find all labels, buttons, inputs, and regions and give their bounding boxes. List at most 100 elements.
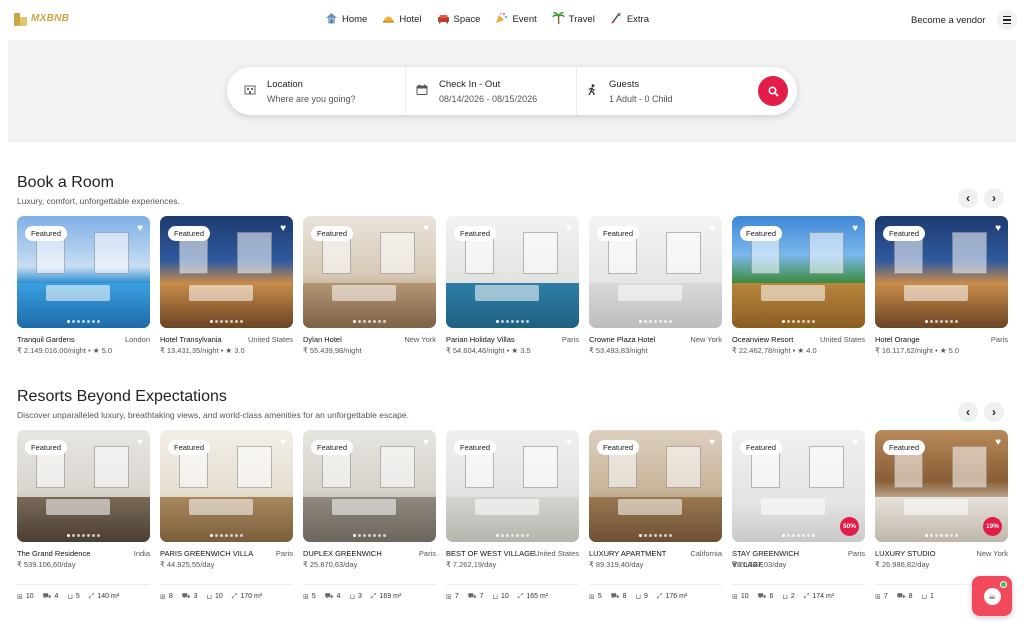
heart-icon[interactable]: ♥ — [137, 437, 143, 448]
heart-icon[interactable]: ♥ — [280, 223, 286, 234]
property-photo[interactable]: Featured ♥ — [875, 216, 1008, 328]
heart-icon[interactable]: ♥ — [852, 437, 858, 448]
property-photo[interactable]: Featured ♥ 50% — [732, 430, 865, 542]
amenity-item: ⤢ 165 m² — [518, 592, 548, 601]
image-pager-dots[interactable] — [160, 320, 293, 323]
property-photo[interactable]: Featured ♥ — [446, 430, 579, 542]
heart-icon[interactable]: ♥ — [995, 223, 1001, 234]
menu-item-travel[interactable]: Travel — [552, 12, 595, 27]
prev-arrow-button[interactable]: ‹ — [958, 188, 978, 208]
guests-field[interactable]: Guests 1 Adult - 0 Child — [585, 67, 745, 115]
amenities-row: ⊞ 5 ⛟ 4 ⊔ 3 ⤢ 169 m² — [303, 584, 436, 601]
bed-icon: ⊞ — [732, 593, 738, 601]
heart-icon[interactable]: ♥ — [852, 223, 858, 234]
date-range-field[interactable]: Check In - Out 08/14/2026 - 08/15/2026 — [415, 67, 575, 115]
property-card[interactable]: Featured ♥ PARIS GREENWICH VILLA Paris ₹ 44.… — [160, 430, 293, 601]
menu-item-hotel[interactable]: Hotel — [382, 12, 422, 27]
image-pager-dots[interactable] — [17, 534, 150, 537]
chevron-left-icon: ‹ — [966, 405, 970, 419]
property-card[interactable]: Featured ♥ LUXURY APARTMENT California ₹ 89.… — [589, 430, 722, 601]
price-value: ₹ 44.925,55/day — [160, 560, 215, 569]
property-card[interactable]: Featured ♥ Oceanview Resort United States ₹ … — [732, 216, 865, 355]
photo-window — [464, 450, 494, 489]
property-price: ₹ 2.149.016,00/night • ★ 5.0 — [17, 346, 112, 355]
property-card[interactable]: Featured ♥ Crowne Plaza Hotel New York ₹ 53.… — [589, 216, 722, 355]
heart-icon[interactable]: ♥ — [566, 223, 572, 234]
property-card[interactable]: Featured ♥ DUPLEX GREENWICH Paris ₹ 25.870,6… — [303, 430, 436, 601]
menu-item-space[interactable]: Space — [437, 12, 480, 27]
amenities-row: ⊞ 5 ⛟ 8 ⊔ 9 ⤢ 176 m² — [589, 584, 722, 601]
property-photo[interactable]: Featured ♥ 19% — [875, 430, 1008, 542]
property-photo[interactable]: Featured ♥ — [303, 216, 436, 328]
brand-logo[interactable]: MXBNB — [14, 11, 69, 26]
image-pager-dots[interactable] — [160, 534, 293, 537]
property-photo[interactable]: Featured ♥ — [446, 216, 579, 328]
heart-icon[interactable]: ♥ — [995, 437, 1001, 448]
next-arrow-button[interactable]: › — [984, 188, 1004, 208]
photo-furniture — [618, 499, 683, 516]
location-field[interactable]: Location Where are you going? — [243, 67, 403, 115]
divider — [576, 67, 577, 115]
property-card[interactable]: Featured ♥ Tranquil Gardens London ₹ 2.149.0… — [17, 216, 150, 355]
property-card[interactable]: Featured ♥ 50% STAY GREENWICH VILLAGE Paris ₹… — [732, 430, 865, 601]
heart-icon[interactable]: ♥ — [280, 437, 286, 448]
hamburger-menu-button[interactable] — [997, 10, 1017, 30]
property-photo[interactable]: Featured ♥ — [160, 430, 293, 542]
image-pager-dots[interactable] — [589, 534, 722, 537]
image-pager-dots[interactable] — [17, 320, 150, 323]
property-card[interactable]: Featured ♥ Parian Holiday Villas Paris ₹ 54.… — [446, 216, 579, 355]
property-card[interactable]: Featured ♥ 19% LUXURY STUDIO New York ₹ 26.98… — [875, 430, 1008, 601]
image-pager-dots[interactable] — [732, 320, 865, 323]
calendar-icon — [415, 84, 429, 98]
next-arrow-button[interactable]: › — [984, 402, 1004, 422]
property-card[interactable]: Featured ♥ BEST OF WEST VILLAGE United Stat… — [446, 430, 579, 601]
prev-arrow-button[interactable]: ‹ — [958, 402, 978, 422]
building-icon — [243, 84, 257, 98]
property-photo[interactable]: Featured ♥ — [589, 216, 722, 328]
area-icon: ⤢ — [231, 592, 238, 600]
heart-icon[interactable]: ♥ — [566, 437, 572, 448]
property-photo[interactable]: Featured ♥ — [303, 430, 436, 542]
menu-label: Travel — [568, 14, 595, 25]
property-photo[interactable]: Featured ♥ — [732, 216, 865, 328]
heart-icon[interactable]: ♥ — [423, 223, 429, 234]
menu-item-event[interactable]: Event — [495, 12, 537, 27]
property-photo[interactable]: Featured ♥ — [589, 430, 722, 542]
menu-item-extra[interactable]: Extra — [610, 12, 649, 27]
property-card[interactable]: Featured ♥ Hotel Orange Paris ₹ 16.117,62/ni… — [875, 216, 1008, 355]
search-button[interactable] — [758, 76, 788, 106]
become-vendor-link[interactable]: Become a vendor — [911, 15, 985, 26]
photo-furniture — [761, 499, 826, 516]
property-price: ₹ 55.439,98/night — [303, 346, 362, 355]
property-photo[interactable]: Featured ♥ — [17, 216, 150, 328]
price-value: ₹ 539.106,60/day — [17, 560, 76, 569]
chat-support-button[interactable]: ☕ — [972, 576, 1012, 616]
menu-item-home[interactable]: Home — [325, 12, 367, 27]
property-photo[interactable]: Featured ♥ — [160, 216, 293, 328]
image-pager-dots[interactable] — [446, 534, 579, 537]
heart-icon[interactable]: ♥ — [709, 223, 715, 234]
hotel-bell-icon — [382, 12, 395, 27]
amenity-item: ⤢ 140 m² — [89, 592, 119, 601]
amenity-value: 6 — [769, 593, 774, 600]
search-icon — [767, 85, 779, 97]
property-photo[interactable]: Featured ♥ — [17, 430, 150, 542]
featured-badge: Featured — [168, 440, 211, 455]
heart-icon[interactable]: ♥ — [137, 223, 143, 234]
property-card[interactable]: Featured ♥ Dylan Hotel New York ₹ 55.439,98/… — [303, 216, 436, 355]
image-pager-dots[interactable] — [446, 320, 579, 323]
image-pager-dots[interactable] — [875, 320, 1008, 323]
amenities-row: ⊞ 10 ⛟ 4 ⊔ 5 ⤢ 140 m² — [17, 584, 150, 601]
heart-icon[interactable]: ♥ — [423, 437, 429, 448]
logo-icon — [14, 11, 28, 26]
featured-badge: Featured — [883, 226, 926, 241]
property-card[interactable]: Featured ♥ Hotel Transylvania United States… — [160, 216, 293, 355]
heart-icon[interactable]: ♥ — [709, 437, 715, 448]
property-card[interactable]: Featured ♥ The Grand Residence India ₹ 539.1… — [17, 430, 150, 601]
image-pager-dots[interactable] — [303, 320, 436, 323]
image-pager-dots[interactable] — [303, 534, 436, 537]
image-pager-dots[interactable] — [589, 320, 722, 323]
photo-window — [607, 236, 637, 275]
car-icon: ⛟ — [610, 593, 620, 600]
photo-window — [607, 450, 637, 489]
